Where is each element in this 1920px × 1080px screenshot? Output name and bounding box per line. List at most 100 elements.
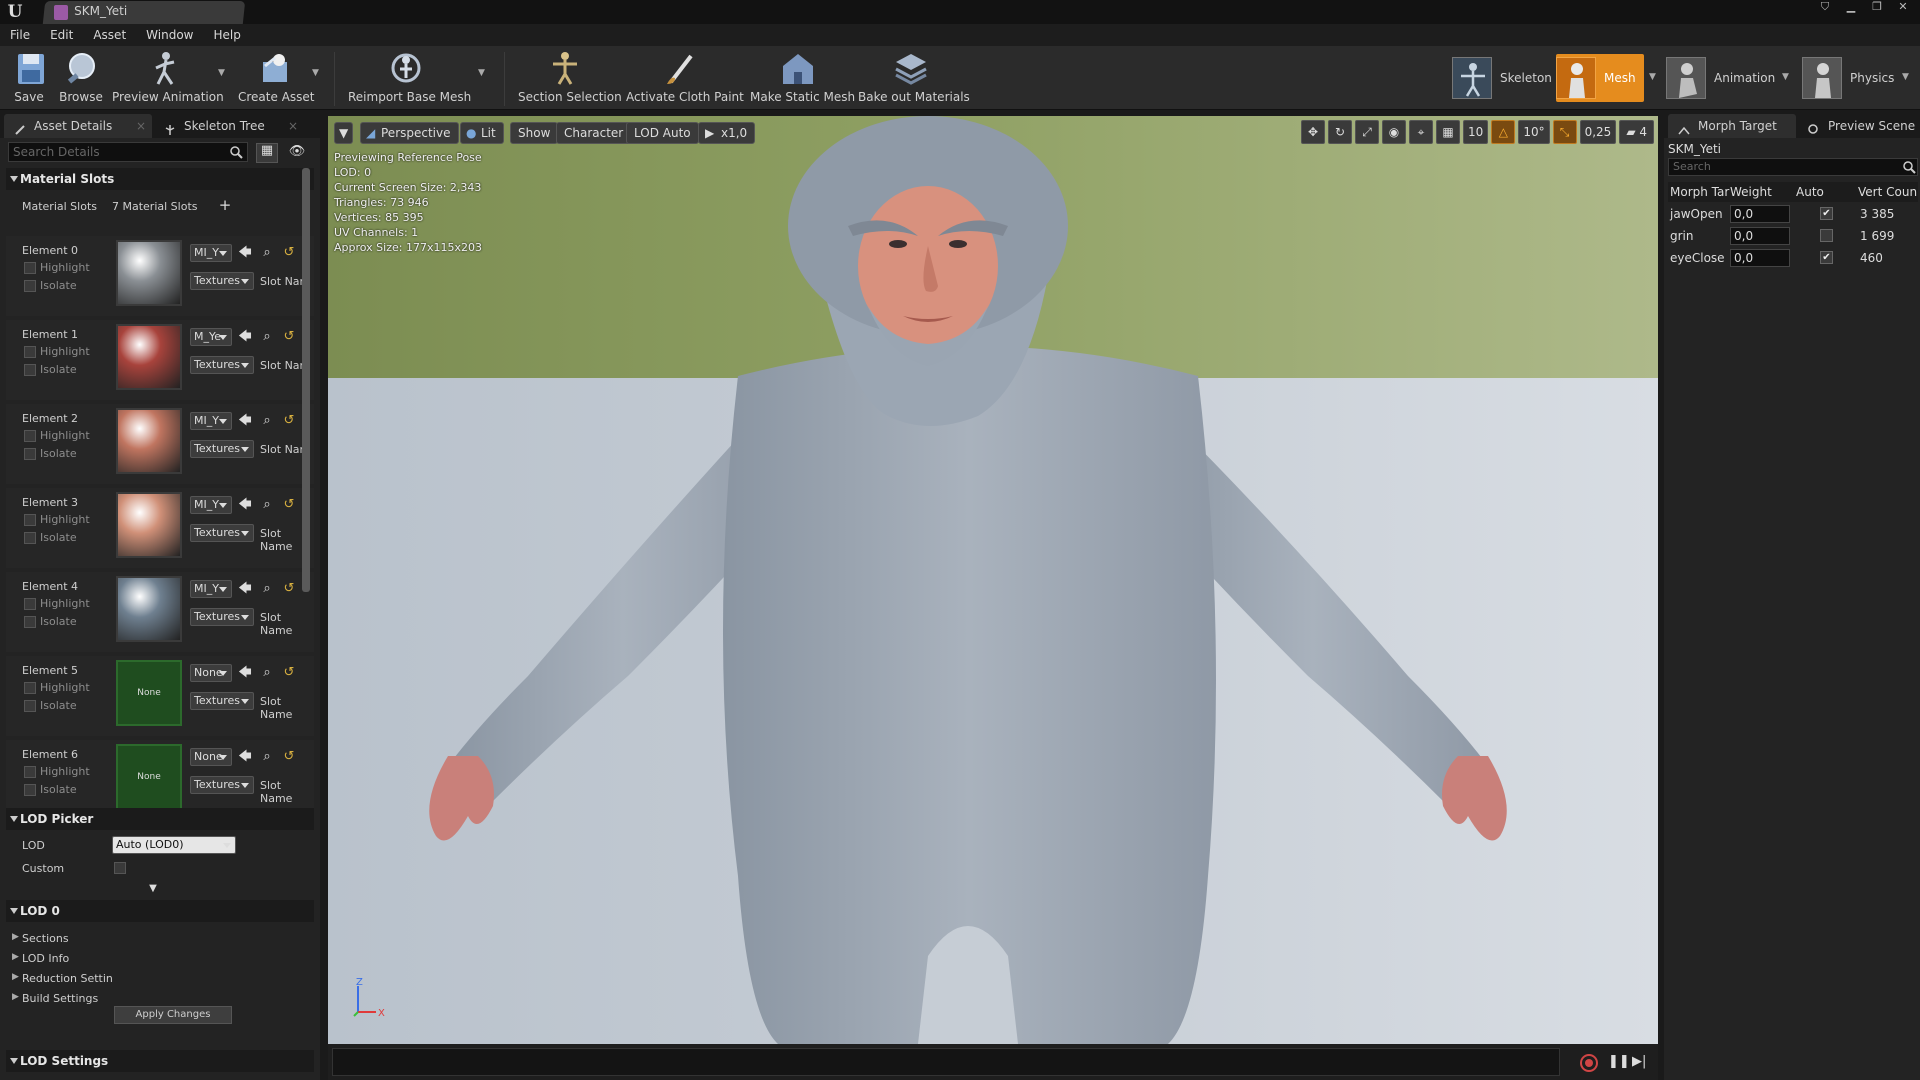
rotation-snap-value[interactable]: 10° [1518,120,1550,144]
isolate-checkbox[interactable] [24,532,36,544]
tab-preview-scene[interactable]: Preview Scene [1798,114,1918,138]
menu-file[interactable]: File [10,28,30,42]
maximize-button[interactable]: ❐ [1866,0,1888,14]
morph-auto-checkbox[interactable]: ✔ [1820,207,1833,220]
tab-close-icon[interactable]: × [136,114,146,138]
lod-settings-header[interactable]: LOD Settings [6,1050,314,1072]
lod0-header[interactable]: LOD 0 [6,900,314,922]
highlight-checkbox[interactable] [24,514,36,526]
material-slots-header[interactable]: Material Slots [6,168,314,190]
show-button[interactable]: Show [510,122,559,144]
morph-row[interactable]: grin 0,0 1 699 [1668,226,1918,246]
lod0-item[interactable]: ▶ Reduction Settin [12,972,113,985]
morph-auto-checkbox[interactable]: ✔ [1820,251,1833,264]
tab-asset-details[interactable]: Asset Details × [4,114,152,138]
mesh-mode-dropdown-icon[interactable]: ▼ [1649,72,1657,82]
visibility-eye-icon[interactable]: 👁 [284,145,310,159]
isolate-checkbox[interactable] [24,364,36,376]
textures-select[interactable]: Textures [190,356,254,374]
activate-cloth-paint-button[interactable]: Activate Cloth Paint [626,50,744,108]
material-select[interactable]: None [190,664,232,682]
preview-animation-dropdown-icon[interactable]: ▼ [218,68,226,78]
create-asset-dropdown-icon[interactable]: ▼ [312,68,320,78]
make-static-mesh-button[interactable]: Make Static Mesh [750,50,855,108]
lod0-item[interactable]: ▶ LOD Info [12,952,69,965]
document-tab[interactable]: SKM_Yeti [42,1,246,24]
highlight-checkbox[interactable] [24,766,36,778]
browse-search-icon[interactable]: ⌕ [260,498,274,512]
browse-search-icon[interactable]: ⌕ [260,246,274,260]
col-morph-target[interactable]: Morph Tar [1670,185,1729,199]
textures-select[interactable]: Textures [190,776,254,794]
lod-auto-button[interactable]: LOD Auto [626,122,699,144]
reset-icon[interactable]: ↺ [282,246,296,260]
morph-search-input[interactable]: Search [1668,158,1918,176]
highlight-checkbox[interactable] [24,430,36,442]
use-selected-arrow-icon[interactable]: 🡄 [238,498,252,512]
material-select[interactable]: None [190,748,232,766]
menu-window[interactable]: Window [146,28,193,42]
morph-row[interactable]: jawOpen 0,0 ✔ 3 385 [1668,204,1918,224]
browse-search-icon[interactable]: ⌕ [260,330,274,344]
physics-mode-dropdown-icon[interactable]: ▼ [1902,72,1910,82]
minimize-button[interactable]: ▁ [1840,0,1862,14]
scale-snap-icon[interactable]: ⤡ [1552,120,1577,144]
step-forward-icon[interactable]: ▶| [1632,1055,1646,1069]
textures-select[interactable]: Textures [190,524,254,542]
highlight-checkbox[interactable] [24,346,36,358]
view-options-grid-icon[interactable]: ▦ [256,143,278,163]
material-select[interactable]: M_Ye [190,328,232,346]
viewport[interactable]: ▼ Perspective ◢ Lit ● Show Character LOD A… [328,116,1658,1044]
create-asset-button[interactable]: Create Asset [238,50,315,108]
material-thumbnail[interactable]: None [116,744,182,810]
browse-search-icon[interactable]: ⌕ [260,666,274,680]
custom-lod-checkbox[interactable] [114,862,126,874]
tab-skeleton-tree[interactable]: Skeleton Tree × [154,114,304,138]
pause-icon[interactable]: ❚❚ [1608,1055,1630,1069]
morph-weight-input[interactable]: 0,0 [1730,205,1790,223]
highlight-checkbox[interactable] [24,682,36,694]
translate-icon[interactable]: ✥ [1301,120,1326,144]
col-vert-count[interactable]: Vert Coun [1858,185,1917,199]
isolate-checkbox[interactable] [24,280,36,292]
playback-speed-button[interactable]: x1,0 ▶ [698,122,756,144]
save-button[interactable]: Save [12,50,46,108]
preview-animation-button[interactable]: Preview Animation [112,50,224,108]
use-selected-arrow-icon[interactable]: 🡄 [238,414,252,428]
expand-chevron-down-icon[interactable]: ▼ [146,882,160,896]
rotation-snap-icon[interactable]: △ [1491,120,1516,144]
reset-icon[interactable]: ↺ [282,750,296,764]
textures-select[interactable]: Textures [190,608,254,626]
mode-physics[interactable]: Physics [1802,54,1894,102]
reset-icon[interactable]: ↺ [282,414,296,428]
world-local-icon[interactable]: ◉ [1382,120,1407,144]
use-selected-arrow-icon[interactable]: 🡄 [238,246,252,260]
reset-icon[interactable]: ↺ [282,582,296,596]
surface-snap-icon[interactable]: ⌖ [1409,120,1434,144]
material-select[interactable]: MI_Y [190,244,232,262]
reset-icon[interactable]: ↺ [282,666,296,680]
search-details-input[interactable]: Search Details [8,142,248,162]
camera-speed-button[interactable]: ▰ 4 [1619,120,1654,144]
highlight-checkbox[interactable] [24,262,36,274]
isolate-checkbox[interactable] [24,700,36,712]
morph-weight-input[interactable]: 0,0 [1730,249,1790,267]
use-selected-arrow-icon[interactable]: 🡄 [238,666,252,680]
reset-icon[interactable]: ↺ [282,498,296,512]
use-selected-arrow-icon[interactable]: 🡄 [238,582,252,596]
material-select[interactable]: MI_Y [190,412,232,430]
section-selection-button[interactable]: Section Selection [518,50,622,108]
notification-icon[interactable]: ⛉ [1814,0,1836,14]
viewport-options-button[interactable]: ▼ [334,122,354,144]
mode-skeleton[interactable]: Skeleton [1452,54,1552,102]
lod0-item[interactable]: ▶ Build Settings [12,992,98,1005]
material-thumbnail[interactable] [116,408,182,474]
textures-select[interactable]: Textures [190,272,254,290]
timeline-track[interactable] [332,1048,1560,1076]
material-select[interactable]: MI_Y [190,580,232,598]
menu-asset[interactable]: Asset [93,28,126,42]
reimport-base-mesh-button[interactable]: Reimport Base Mesh [348,50,471,108]
menu-help[interactable]: Help [213,28,240,42]
textures-select[interactable]: Textures [190,440,254,458]
browse-button[interactable]: Browse [58,50,104,108]
